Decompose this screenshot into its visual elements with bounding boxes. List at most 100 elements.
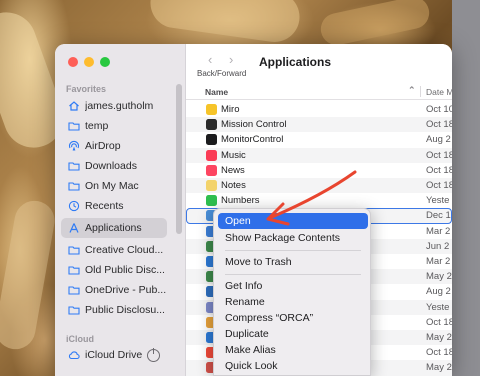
sidebar-item-label: Downloads	[85, 160, 137, 172]
airdrop-icon	[68, 140, 80, 152]
sidebar-item-downloads[interactable]: Downloads	[61, 156, 167, 176]
menu-separator	[225, 274, 361, 275]
folder-icon	[68, 160, 80, 172]
file-name: Music	[221, 149, 246, 161]
menu-item-rename[interactable]: Rename	[218, 294, 368, 310]
app-icon	[206, 195, 217, 207]
file-date: Oct 10	[426, 104, 452, 115]
favorites-heading: Favorites	[66, 84, 107, 94]
sidebar-item-label: Public Disclosu...	[85, 304, 165, 316]
wallpaper-tentacle	[147, 0, 303, 46]
forward-chevron-icon[interactable]: ›	[229, 52, 233, 67]
file-row[interactable]: News Oct 18	[186, 163, 452, 178]
icloud-heading: iCloud	[66, 334, 94, 344]
sidebar-item-creative-cloud[interactable]: Creative Cloud...	[61, 240, 167, 260]
sidebar-item-label: AirDrop	[85, 140, 121, 152]
file-date: Aug 2	[426, 134, 451, 146]
desktop-right-edge	[452, 0, 480, 376]
app-icon	[206, 104, 217, 115]
folder-icon	[68, 120, 80, 132]
menu-item-move-to-trash[interactable]: Move to Trash	[218, 254, 368, 270]
file-name: Numbers	[221, 195, 260, 207]
sidebar-item-home[interactable]: james.gutholm	[61, 96, 167, 116]
file-name: Miro	[221, 104, 240, 115]
menu-item-quick-look[interactable]: Quick Look	[218, 358, 368, 374]
applications-icon	[68, 222, 80, 234]
file-date: Oct 18	[426, 347, 452, 359]
sidebar-item-label: Applications	[85, 222, 142, 234]
file-name: MonitorControl	[221, 134, 284, 146]
sidebar-item-label: Old Public Disc...	[85, 264, 165, 276]
sidebar-item-icloud-drive[interactable]: iCloud Drive	[61, 345, 143, 365]
menu-item-make-alias[interactable]: Make Alias	[218, 342, 368, 358]
file-date: Yeste	[426, 195, 450, 207]
file-row[interactable]: MonitorControl Aug 2	[186, 132, 452, 147]
file-date: Yeste	[426, 301, 450, 313]
minimize-window-button[interactable]	[84, 57, 94, 67]
folder-icon	[68, 180, 80, 192]
zoom-window-button[interactable]	[100, 57, 110, 67]
sidebar-item-onedrive[interactable]: OneDrive - Pub...	[61, 280, 167, 300]
column-header: Name ⌃ Date M	[186, 82, 452, 100]
app-icon	[206, 134, 217, 146]
sidebar: Favorites james.gutholm temp AirDrop Dow…	[55, 44, 186, 376]
file-date: Aug 2	[426, 286, 451, 298]
sort-chevron-up-icon[interactable]: ⌃	[408, 85, 416, 96]
house-icon	[68, 100, 80, 112]
back-chevron-icon[interactable]: ‹	[208, 52, 212, 67]
menu-item-duplicate[interactable]: Duplicate	[218, 326, 368, 342]
file-row[interactable]: Numbers Yeste	[186, 193, 452, 208]
wallpaper-tentacle	[0, 197, 58, 353]
toolbar: ‹ › Back/Forward Applications	[186, 44, 452, 82]
sidebar-item-temp[interactable]: temp	[61, 116, 167, 136]
sidebar-item-airdrop[interactable]: AirDrop	[61, 136, 167, 156]
folder-icon	[68, 244, 80, 256]
file-date: Jun 2	[426, 240, 450, 252]
eject-power-icon[interactable]	[147, 348, 160, 362]
app-icon	[206, 164, 217, 176]
app-icon	[206, 119, 217, 131]
file-row[interactable]: Notes Oct 18	[186, 178, 452, 194]
column-divider[interactable]	[420, 86, 421, 97]
name-column-header[interactable]: Name	[205, 87, 228, 97]
back-forward-caption: Back/Forward	[197, 69, 247, 78]
app-icon	[206, 180, 217, 191]
folder-icon	[68, 304, 80, 316]
menu-item-compress[interactable]: Compress “ORCA”	[218, 310, 368, 326]
sidebar-item-public-disclosure[interactable]: Public Disclosu...	[61, 300, 167, 320]
file-row[interactable]: Music Oct 18	[186, 147, 452, 163]
file-date: Mar 2	[426, 256, 451, 267]
sidebar-item-applications[interactable]: Applications	[61, 218, 167, 238]
file-date: Oct 18	[426, 180, 452, 191]
file-date: Oct 18	[426, 316, 452, 328]
sidebar-item-on-my-mac[interactable]: On My Mac	[61, 176, 167, 196]
close-window-button[interactable]	[68, 57, 78, 67]
sidebar-item-label: Recents	[85, 200, 124, 212]
menu-item-show-package-contents[interactable]: Show Package Contents	[218, 230, 368, 246]
file-name: Mission Control	[221, 119, 287, 131]
file-date: May 2	[426, 271, 452, 283]
clock-icon	[68, 200, 80, 212]
file-date: Oct 18	[426, 149, 452, 161]
cloud-icon	[68, 349, 80, 361]
file-date: May 2	[426, 332, 452, 343]
file-row[interactable]: Mission Control Oct 18	[186, 117, 452, 133]
window-title: Applications	[259, 55, 332, 69]
sidebar-item-recents[interactable]: Recents	[61, 196, 167, 216]
sidebar-item-label: OneDrive - Pub...	[85, 284, 167, 296]
sidebar-item-label: On My Mac	[85, 180, 139, 192]
menu-separator	[225, 250, 361, 251]
sidebar-item-label: james.gutholm	[85, 100, 154, 112]
sidebar-item-old-public-disclosure[interactable]: Old Public Disc...	[61, 260, 167, 280]
sidebar-scrollbar[interactable]	[176, 84, 182, 234]
date-column-header[interactable]: Date M	[426, 87, 452, 97]
menu-item-get-info[interactable]: Get Info	[218, 278, 368, 294]
file-date: Dec 1	[426, 210, 451, 222]
menu-item-open[interactable]: Open	[218, 213, 368, 229]
folder-icon	[68, 264, 80, 276]
folder-icon	[68, 284, 80, 296]
file-row[interactable]: Miro Oct 10	[186, 102, 452, 117]
file-date: Oct 18	[426, 164, 452, 176]
file-date: May 2	[426, 362, 452, 374]
app-icon	[206, 149, 217, 161]
